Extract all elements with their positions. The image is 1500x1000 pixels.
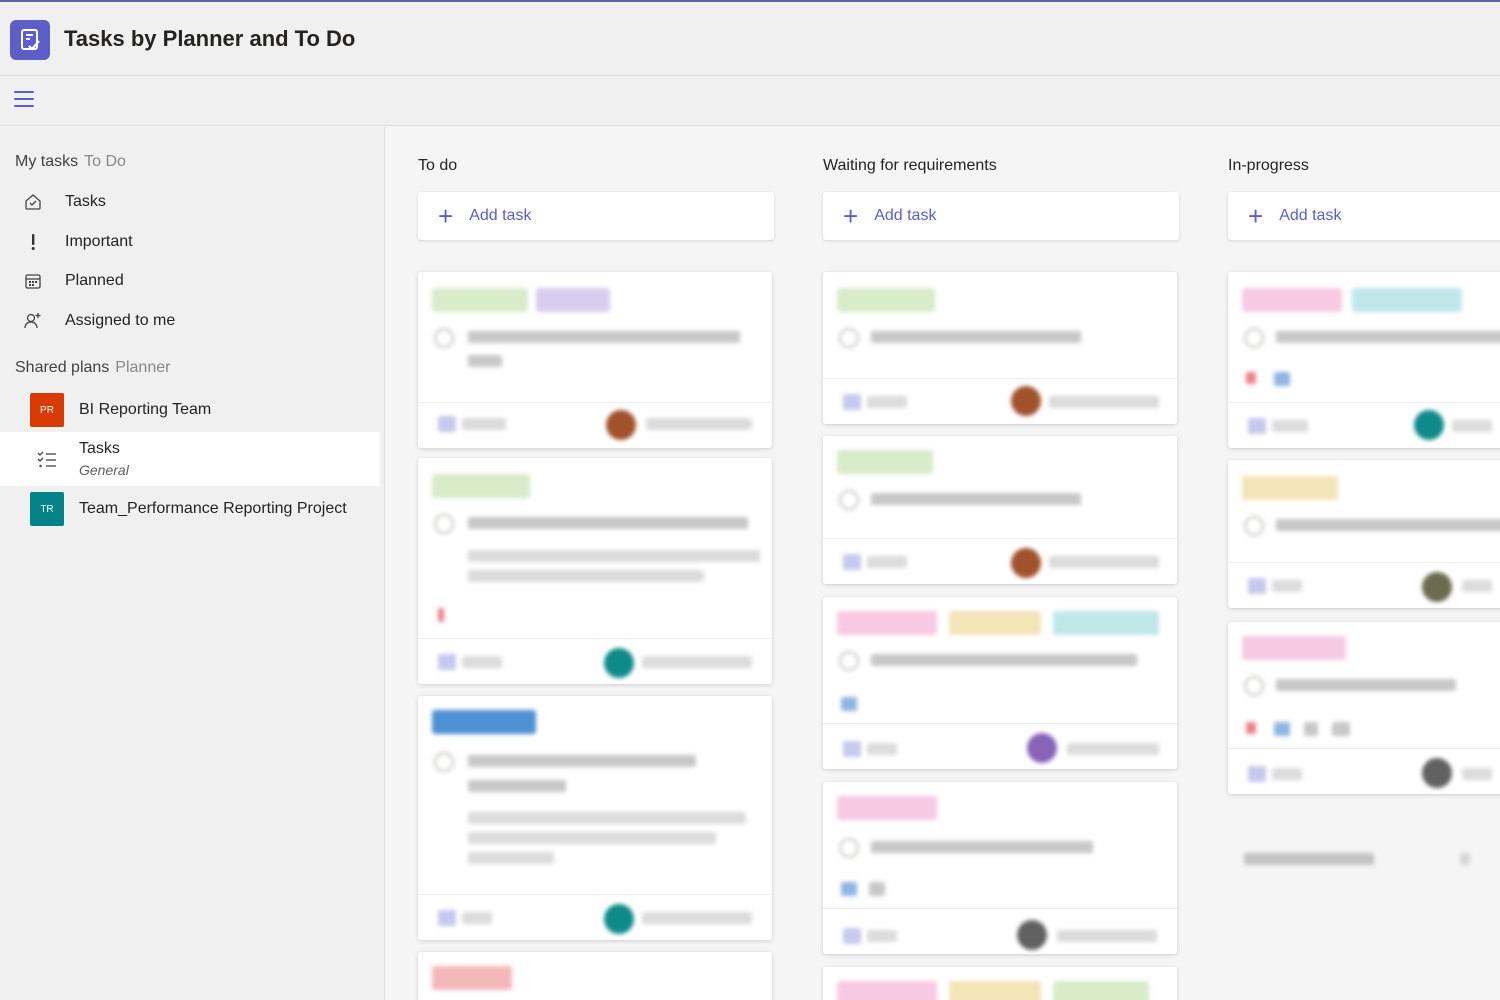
task-card[interactable] xyxy=(418,952,772,1000)
tasks-app-logo-icon xyxy=(10,20,50,60)
shared-plans-label: Shared plans xyxy=(15,359,110,376)
sidebar-plan-team-performance[interactable]: TR Team_Performance Reporting Project xyxy=(0,483,380,535)
task-card[interactable] xyxy=(823,782,1177,954)
task-card[interactable] xyxy=(1228,272,1500,448)
plan-avatar: PR xyxy=(30,393,64,427)
sidebar-item-label: Important xyxy=(65,233,133,250)
add-task-button[interactable]: + Add task xyxy=(823,192,1179,240)
toolbar xyxy=(0,76,1500,126)
my-tasks-sub: To Do xyxy=(84,153,126,170)
exclamation-icon xyxy=(22,231,44,253)
person-add-icon xyxy=(22,310,44,332)
plan-sublabel: General xyxy=(79,462,129,478)
plus-icon: + xyxy=(1248,201,1264,231)
sidebar-item-label: Tasks xyxy=(65,193,106,210)
my-tasks-label: My tasks xyxy=(15,153,79,170)
plan-label: Team_Performance Reporting Project xyxy=(79,500,347,517)
board: To do + Add task Waiting for requirement… xyxy=(386,127,1500,1000)
bucket-to-do: To do + Add task xyxy=(418,127,774,1000)
home-check-icon xyxy=(22,191,44,213)
sidebar-item-planned[interactable]: Planned xyxy=(0,262,380,300)
app-title: Tasks by Planner and To Do xyxy=(64,26,356,51)
sidebar-item-tasks[interactable]: Tasks xyxy=(0,183,380,221)
plan-avatar: TR xyxy=(30,492,64,526)
add-task-label: Add task xyxy=(1279,207,1342,224)
bucket-in-progress: In-progress + Add task xyxy=(1228,127,1500,1000)
add-task-button[interactable]: + Add task xyxy=(418,192,774,240)
add-task-label: Add task xyxy=(874,207,937,224)
task-card[interactable] xyxy=(418,458,772,684)
task-card[interactable] xyxy=(1228,622,1500,794)
sidebar-item-label: Planned xyxy=(65,272,124,289)
completed-tasks-row[interactable] xyxy=(1244,849,1474,869)
sidebar-plan-tasks[interactable]: Tasks General xyxy=(0,432,380,486)
my-tasks-header: My tasks To Do xyxy=(15,153,126,171)
task-card[interactable] xyxy=(823,272,1177,424)
shared-plans-sub: Planner xyxy=(115,359,171,376)
sidebar: My tasks To Do Tasks Important Planned As… xyxy=(0,127,385,1000)
plan-label: Tasks xyxy=(79,440,120,457)
bucket-title: To do xyxy=(418,157,458,174)
sidebar-plan-bi-reporting-team[interactable]: PR BI Reporting Team xyxy=(0,384,380,436)
sidebar-item-important[interactable]: Important xyxy=(0,223,380,261)
task-card[interactable] xyxy=(1228,460,1500,608)
bucket-title: In-progress xyxy=(1228,157,1309,174)
task-card[interactable] xyxy=(823,967,1177,1000)
plan-label: BI Reporting Team xyxy=(79,401,212,418)
task-card[interactable] xyxy=(823,436,1177,584)
shared-plans-header: Shared plans Planner xyxy=(15,359,170,377)
add-task-label: Add task xyxy=(469,207,532,224)
list-check-icon xyxy=(30,442,64,476)
sidebar-item-assigned[interactable]: Assigned to me xyxy=(0,302,380,340)
bucket-waiting-for-requirements: Waiting for requirements + Add task xyxy=(823,127,1179,1000)
plus-icon: + xyxy=(438,201,454,231)
hamburger-menu-icon[interactable] xyxy=(14,91,34,109)
calendar-icon xyxy=(22,270,44,292)
add-task-button[interactable]: + Add task xyxy=(1228,192,1500,240)
task-card[interactable] xyxy=(823,597,1177,769)
sidebar-item-label: Assigned to me xyxy=(65,312,176,329)
task-card[interactable] xyxy=(418,272,772,448)
bucket-title: Waiting for requirements xyxy=(823,157,997,174)
task-card[interactable] xyxy=(418,696,772,940)
plus-icon: + xyxy=(843,201,859,231)
app-header: Tasks by Planner and To Do xyxy=(0,0,1500,76)
